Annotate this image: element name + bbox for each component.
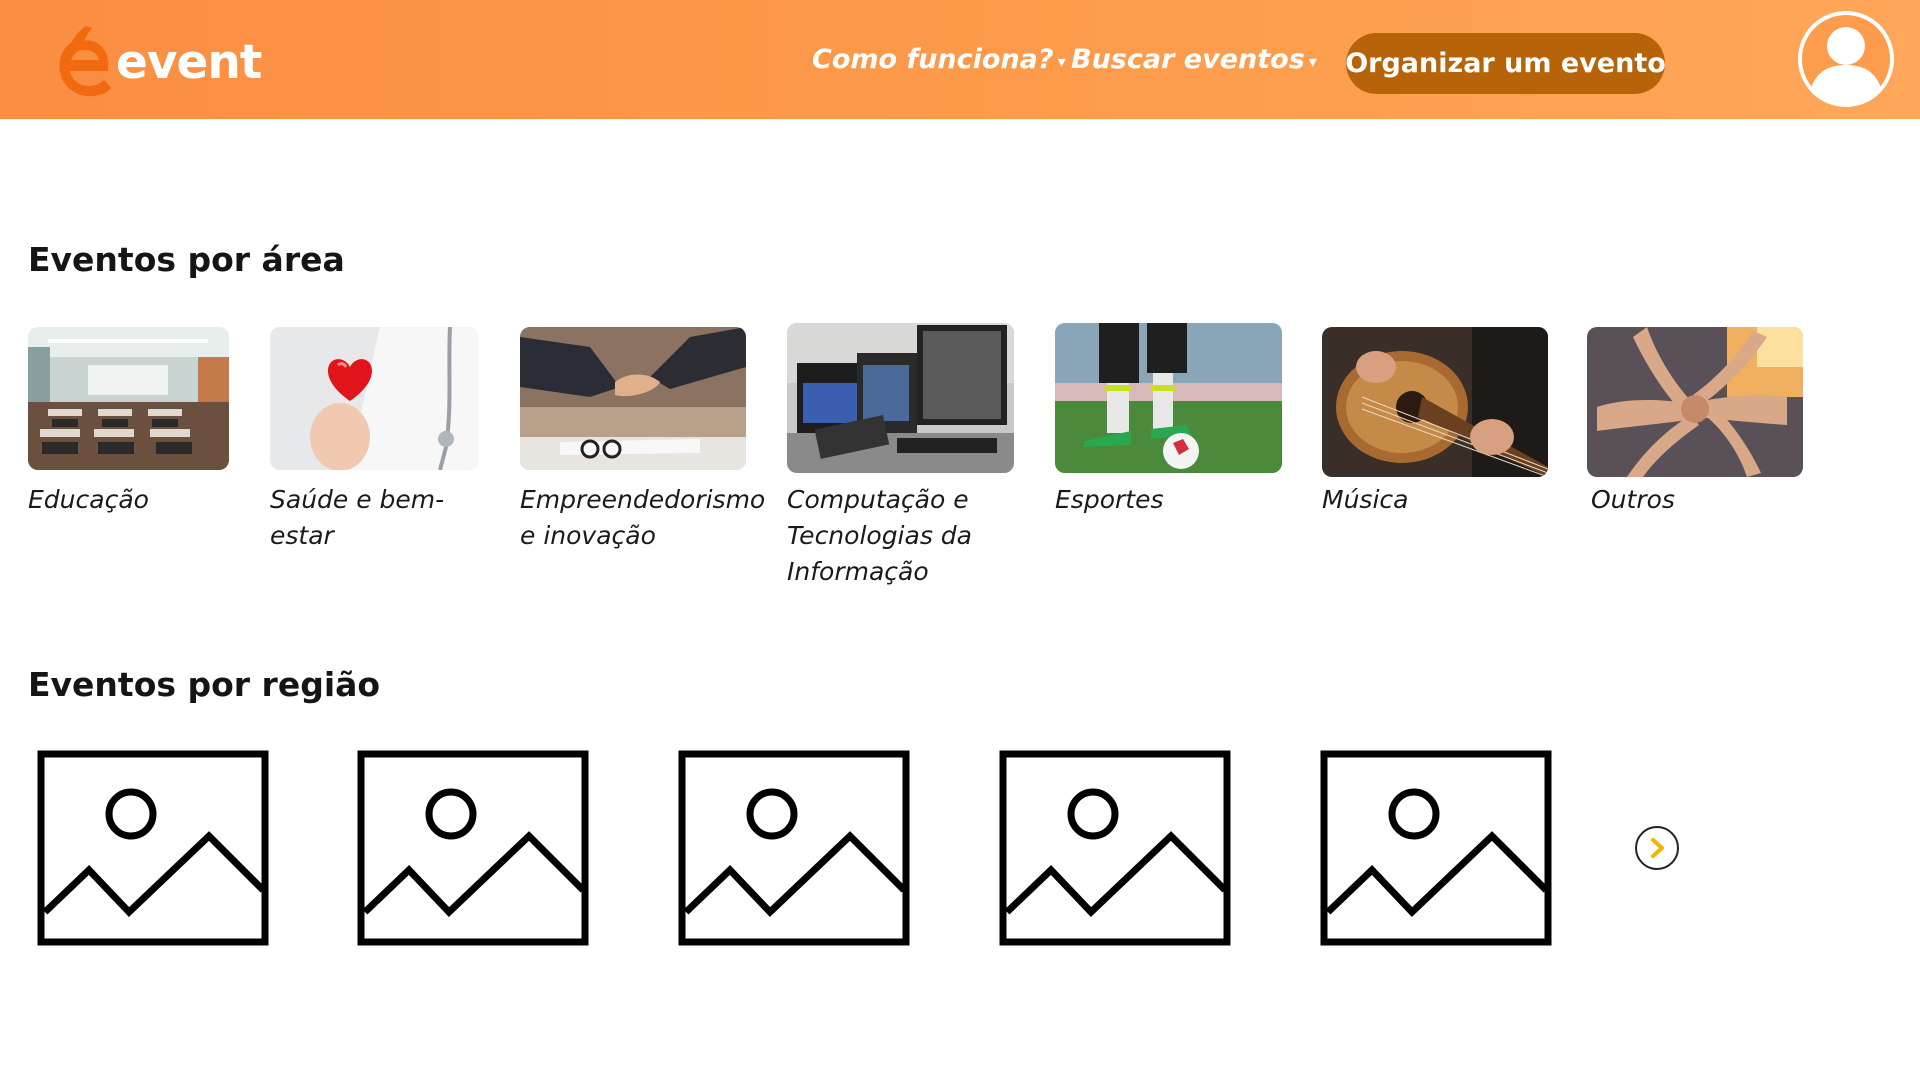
category-image-handshake: [520, 327, 746, 470]
nav-buscar-eventos-label: Buscar eventos: [1071, 44, 1305, 75]
category-outros[interactable]: Outros: [1587, 327, 1807, 527]
organizar-evento-button[interactable]: Organizar um evento: [1345, 33, 1666, 94]
user-icon: [1798, 11, 1894, 107]
user-avatar[interactable]: [1797, 10, 1895, 108]
category-image-soccer: [1055, 323, 1282, 473]
category-image-heart: [270, 327, 479, 470]
image-placeholder-icon: [999, 750, 1231, 946]
category-label: Música: [1322, 485, 1409, 514]
category-computacao[interactable]: Computação e Tecnologias da Informação: [787, 323, 1027, 593]
caret-down-icon: ▾: [1308, 52, 1317, 71]
chevron-right-icon: [1651, 838, 1664, 858]
image-placeholder-icon: [37, 750, 269, 946]
region-card[interactable]: [1320, 750, 1552, 946]
nav-buscar-eventos[interactable]: Buscar eventos ▾: [1071, 44, 1317, 75]
nav-como-funciona-label: Como funciona?: [812, 44, 1054, 75]
logo-e-icon: [59, 26, 111, 97]
image-placeholder-icon: [1320, 750, 1552, 946]
category-image-hands: [1587, 327, 1803, 477]
region-next-button[interactable]: [1635, 826, 1679, 870]
section-title-area: Eventos por área: [28, 240, 345, 279]
logo-text: event: [116, 34, 262, 90]
category-label: Esportes: [1055, 485, 1164, 514]
category-musica[interactable]: Música: [1322, 327, 1552, 527]
category-label: Educação: [28, 485, 149, 514]
nav-como-funciona[interactable]: Como funciona? ▾: [812, 44, 1066, 75]
category-educacao[interactable]: Educação: [28, 327, 230, 527]
image-placeholder-icon: [678, 750, 910, 946]
category-image-classroom: [28, 327, 229, 470]
caret-down-icon: ▾: [1057, 52, 1066, 71]
category-label: Computação e Tecnologias da Informação: [787, 485, 972, 586]
category-esportes[interactable]: Esportes: [1055, 323, 1285, 523]
category-image-computers: [787, 323, 1014, 473]
category-label: Saúde e bem-estar: [270, 485, 445, 550]
category-image-guitar: [1322, 327, 1548, 477]
region-card[interactable]: [357, 750, 589, 946]
top-header: event Como funciona? ▾ Buscar eventos ▾ …: [0, 0, 1920, 119]
category-label: Empreendedorismo e inovação: [520, 485, 766, 550]
category-label: Outros: [1591, 485, 1675, 514]
region-card[interactable]: [999, 750, 1231, 946]
category-saude[interactable]: Saúde e bem-estar: [270, 327, 490, 550]
section-title-regiao: Eventos por região: [28, 665, 381, 704]
category-empreendedorismo[interactable]: Empreendedorismo e inovação: [520, 327, 765, 557]
region-card[interactable]: [37, 750, 269, 946]
image-placeholder-icon: [357, 750, 589, 946]
event-logo[interactable]: event: [56, 22, 262, 102]
region-card[interactable]: [678, 750, 910, 946]
